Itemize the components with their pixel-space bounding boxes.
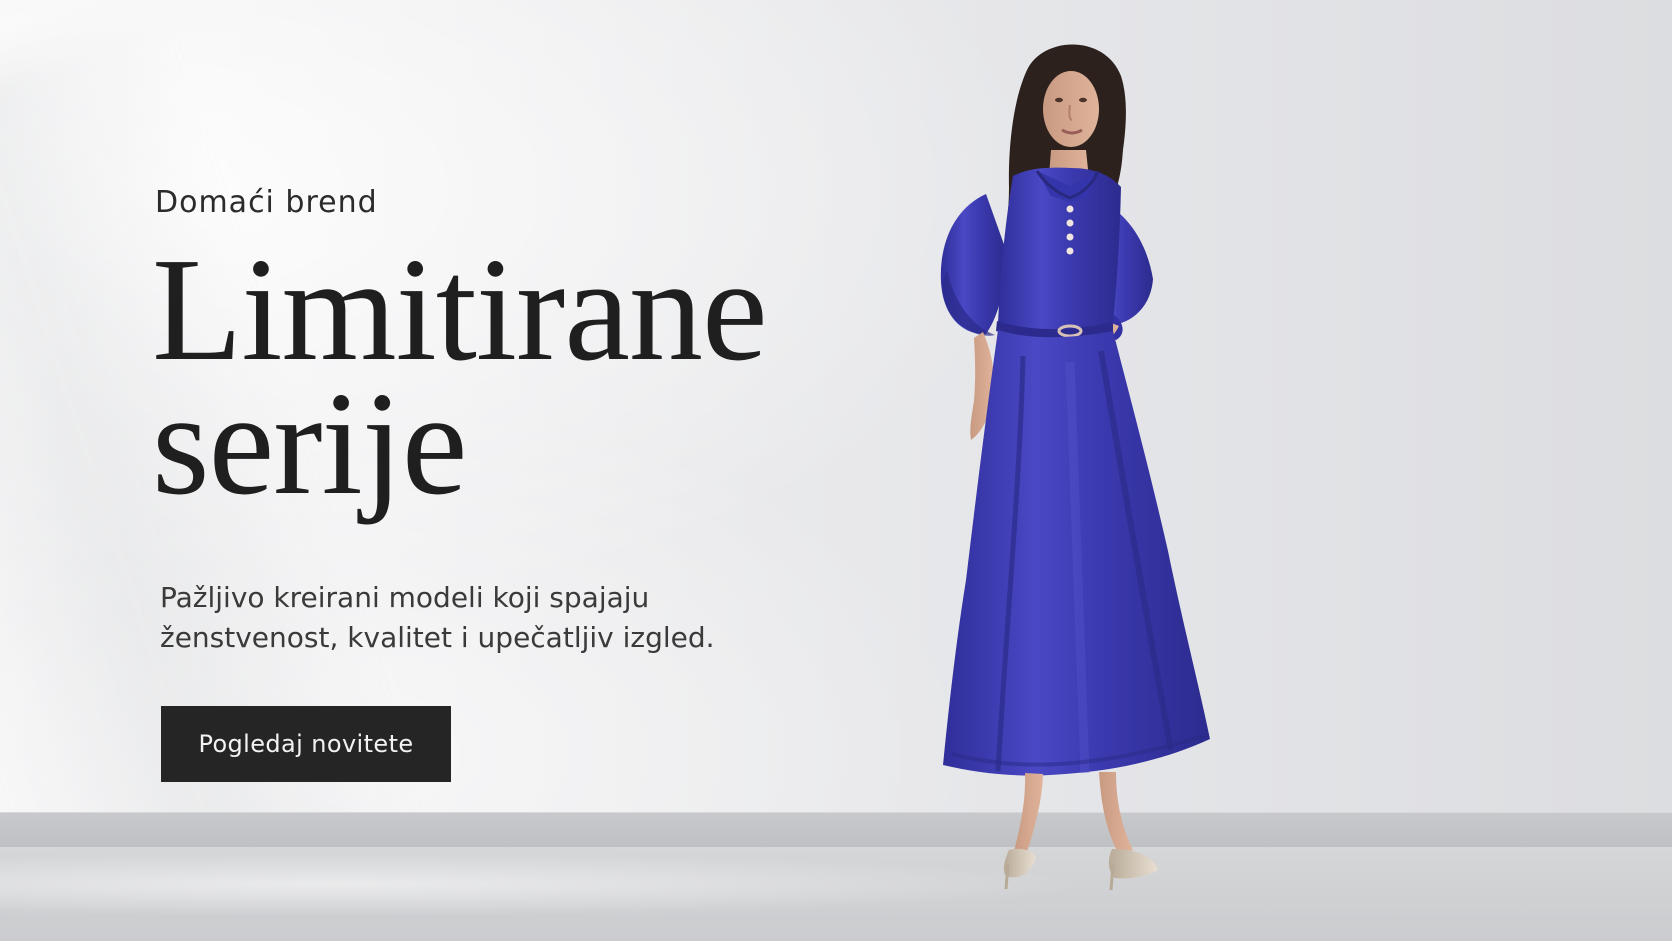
- hero-subtitle: Pažljivo kreirani modeli koji spajaju že…: [160, 578, 780, 658]
- view-new-arrivals-button[interactable]: Pogledaj novitete: [161, 706, 451, 782]
- model-image: [925, 38, 1300, 941]
- subtitle-line-2: ženstvenost, kvalitet i upečatljiv izgle…: [160, 621, 715, 654]
- model-illustration: [940, 44, 1210, 891]
- headline-line-2: serije: [152, 362, 467, 526]
- brand-eyebrow: Domaći brend: [155, 185, 378, 220]
- hero-headline: Limitirane serije: [152, 236, 768, 518]
- floor: [0, 847, 1672, 941]
- subtitle-line-1: Pažljivo kreirani modeli koji spajaju: [160, 581, 650, 614]
- hero-banner: Domaći brend Limitirane serije Pažljivo …: [0, 0, 1672, 941]
- wall-baseboard: [0, 812, 1672, 850]
